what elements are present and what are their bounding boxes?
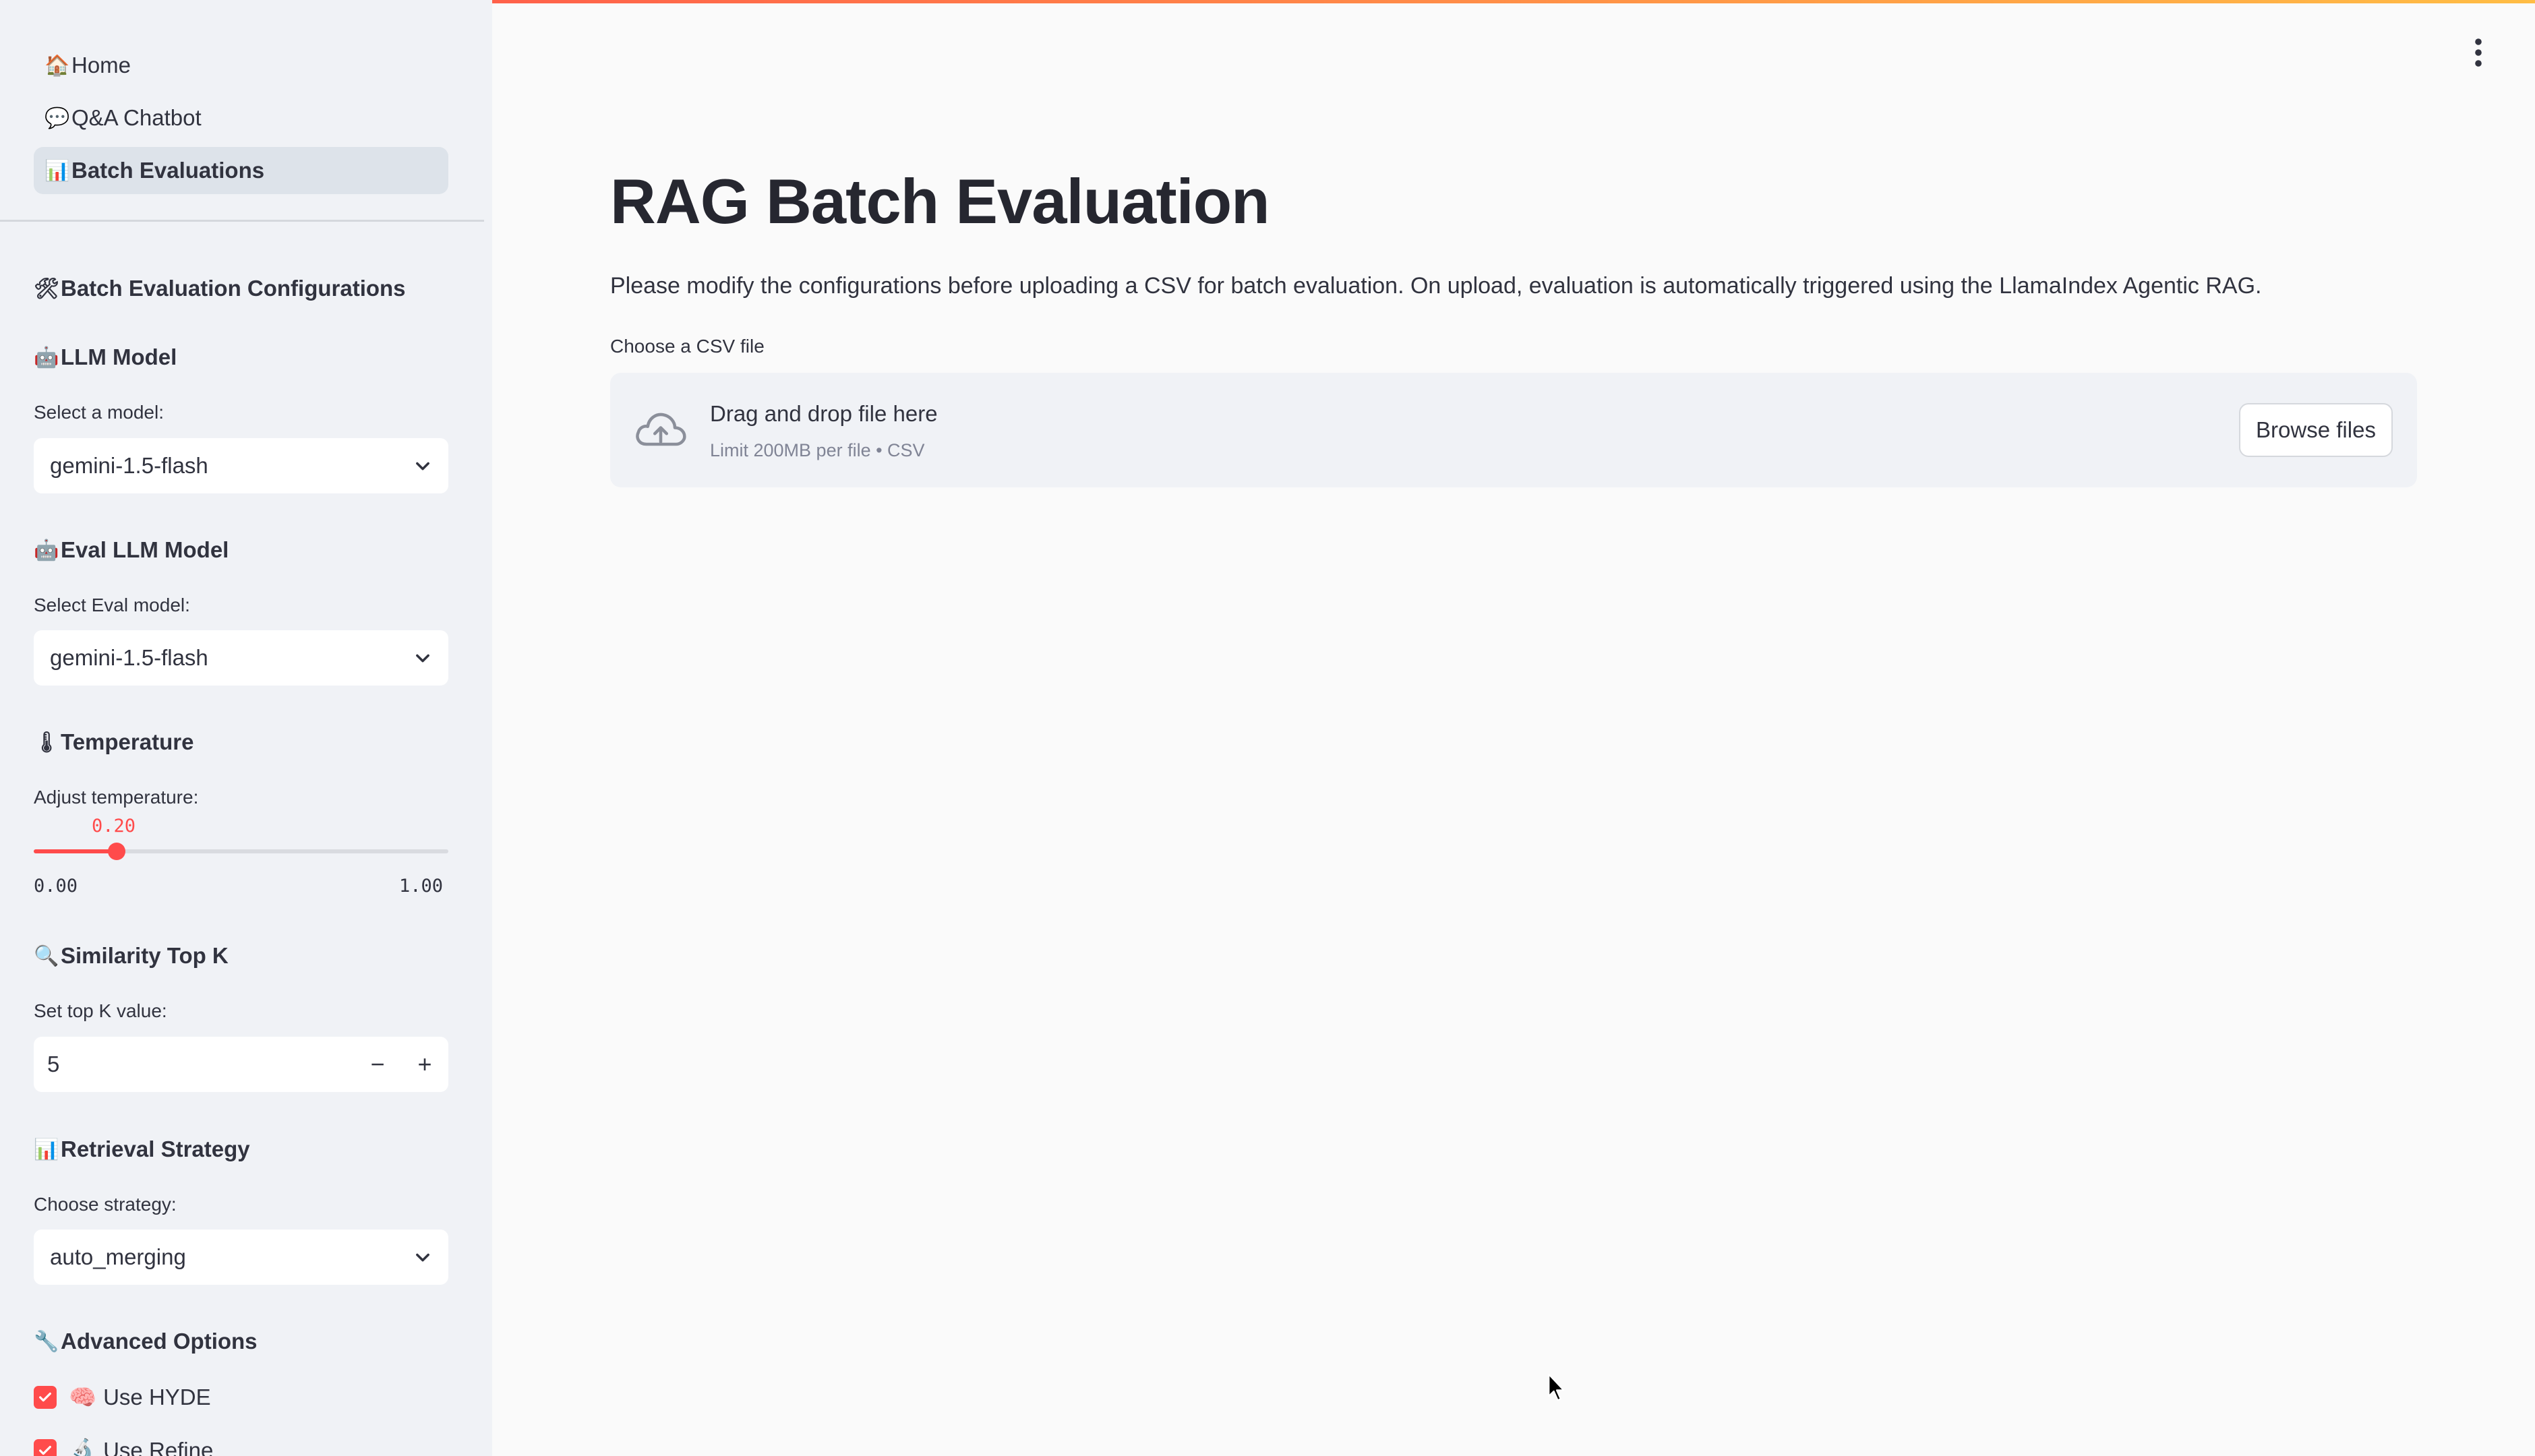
use-hyde-checkbox[interactable]: 🧠 Use HYDE (34, 1377, 448, 1418)
llm-model-heading-text: LLM Model (61, 344, 177, 369)
temperature-label: Adjust temperature: (34, 787, 199, 808)
sidebar-item-label: Batch Evaluations (71, 158, 265, 183)
topk-label: Set top K value: (34, 1000, 167, 1021)
llm-model-select[interactable]: gemini-1.5-flash (34, 438, 448, 493)
eval-llm-heading-text: Eval LLM Model (61, 537, 229, 562)
use-refine-checkbox[interactable]: 🔬 Use Refine (34, 1430, 448, 1456)
page-description: Please modify the configurations before … (610, 273, 2262, 299)
sidebar-item-home[interactable]: 🏠 Home (34, 42, 448, 89)
temperature-slider-value: 0.20 (92, 816, 136, 837)
brain-icon: 🧠 (69, 1384, 97, 1409)
wrench-icon: 🔧 (34, 1330, 59, 1353)
use-hyde-label: Use HYDE (103, 1385, 211, 1409)
chart-icon: 📊 (34, 1138, 59, 1161)
sidebar-item-batch-evaluations[interactable]: 📊 Batch Evaluations (34, 147, 448, 194)
advanced-heading: 🔧 Advanced Options (34, 1326, 448, 1357)
advanced-heading-text: Advanced Options (61, 1329, 258, 1354)
microscope-icon: 🔬 (69, 1437, 97, 1456)
strategy-heading: 📊 Retrieval Strategy (34, 1134, 448, 1165)
sidebar-divider (0, 220, 484, 222)
file-uploader-label: Choose a CSV file (610, 336, 765, 357)
robot-icon: 🤖 (34, 346, 59, 369)
chat-icon: 💬 (44, 107, 70, 129)
config-title-text: Batch Evaluation Configurations (61, 276, 406, 301)
chevron-down-icon (416, 654, 429, 663)
thermometer-icon: 🌡 (34, 731, 60, 754)
tools-icon: 🛠 (34, 277, 60, 300)
llm-model-value: gemini-1.5-flash (50, 453, 208, 478)
llm-model-label: Select a model: (34, 402, 164, 423)
temperature-heading-text: Temperature (61, 729, 194, 754)
sidebar-item-qa-chatbot[interactable]: 💬 Q&A Chatbot (34, 94, 448, 142)
file-dropzone[interactable]: Drag and drop file here Limit 200MB per … (610, 373, 2417, 487)
home-icon: 🏠 (44, 54, 70, 77)
dropzone-title: Drag and drop file here (710, 401, 938, 426)
use-refine-label: Use Refine (103, 1438, 214, 1456)
cloud-upload-icon (636, 413, 686, 446)
chevron-down-icon (416, 462, 429, 471)
increment-button[interactable]: + (401, 1037, 448, 1092)
strategy-label: Choose strategy: (34, 1194, 177, 1215)
temperature-slider-thumb[interactable] (108, 843, 125, 860)
llm-model-heading: 🤖 LLM Model (34, 342, 448, 373)
dropzone-subtitle: Limit 200MB per file • CSV (710, 440, 925, 460)
robot-icon: 🤖 (34, 539, 59, 562)
browse-files-button[interactable]: Browse files (2239, 403, 2393, 457)
strategy-value: auto_merging (50, 1244, 186, 1269)
checkbox-checked-icon[interactable] (34, 1439, 57, 1456)
temperature-max: 1.00 (399, 876, 444, 897)
sidebar: 🏠 Home 💬 Q&A Chatbot 📊 Batch Evaluations… (0, 0, 492, 1456)
decrement-button[interactable]: − (354, 1037, 401, 1092)
chart-icon: 📊 (44, 159, 70, 182)
config-title: 🛠 Batch Evaluation Configurations (34, 273, 448, 304)
strategy-heading-text: Retrieval Strategy (61, 1136, 250, 1161)
topk-value: 5 (47, 1052, 60, 1076)
chevron-down-icon (416, 1253, 429, 1262)
eval-llm-value: gemini-1.5-flash (50, 645, 208, 670)
mouse-cursor-icon (1548, 1373, 1565, 1401)
checkbox-checked-icon[interactable] (34, 1386, 57, 1409)
page-title: RAG Batch Evaluation (610, 166, 1270, 237)
strategy-select[interactable]: auto_merging (34, 1230, 448, 1285)
temperature-slider-fill (34, 849, 117, 853)
eval-llm-label: Select Eval model: (34, 595, 190, 615)
sidebar-item-label: Home (71, 53, 131, 78)
temperature-min: 0.00 (34, 876, 78, 897)
topk-heading: 🔍 Similarity Top K (34, 940, 448, 971)
temperature-heading: 🌡 Temperature (34, 727, 448, 758)
more-vertical-icon[interactable] (2470, 38, 2486, 67)
eval-llm-heading: 🤖 Eval LLM Model (34, 535, 448, 566)
eval-llm-select[interactable]: gemini-1.5-flash (34, 630, 448, 686)
topk-number-input[interactable]: 5 − + (34, 1037, 448, 1092)
magnifier-icon: 🔍 (34, 944, 59, 967)
topk-heading-text: Similarity Top K (61, 943, 229, 968)
sidebar-item-label: Q&A Chatbot (71, 105, 202, 130)
sidebar-nav: 🏠 Home 💬 Q&A Chatbot 📊 Batch Evaluations (34, 42, 448, 200)
